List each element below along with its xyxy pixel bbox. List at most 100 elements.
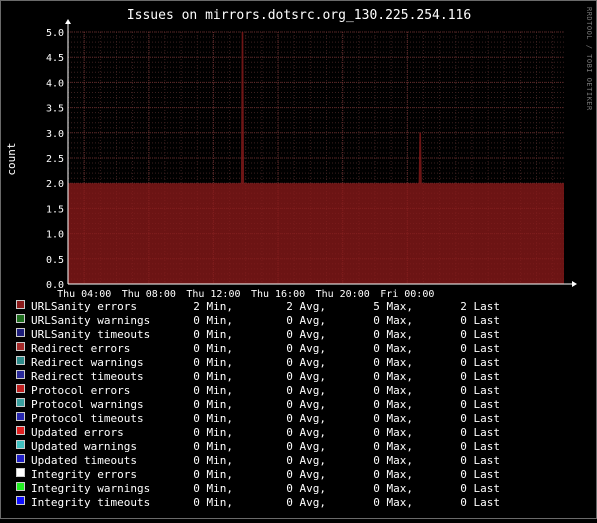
legend-avg: 0 Avg,: [286, 482, 326, 495]
legend-avg: 0 Avg,: [286, 454, 326, 467]
legend-series-name: Updated timeouts: [31, 454, 137, 467]
x-tick-label: Thu 20:00: [316, 289, 370, 300]
legend-entry: Protocol warnings 0 Min, 0 Avg, 0 Max, 0 Las…: [16, 398, 500, 411]
legend-avg: 0 Avg,: [286, 496, 326, 509]
legend-entry: Integrity warnings 0 Min, 0 Avg, 0 Max, 0 La…: [16, 482, 500, 495]
legend-swatch: [16, 468, 25, 477]
legend-swatch: [16, 328, 25, 337]
legend-max: 0 Max,: [373, 412, 413, 425]
legend-min: 0 Min,: [193, 496, 233, 509]
legend-last: 0 Last: [460, 342, 500, 355]
legend-max: 0 Max,: [373, 328, 413, 341]
x-tick-labels: Thu 04:00 Thu 08:00 Thu 12:00 Thu 16:00 Thu …: [57, 289, 434, 300]
legend-max: 0 Max,: [373, 454, 413, 467]
legend-min: 0 Min,: [193, 454, 233, 467]
legend: URLSanity errors 2 Min, 2 Avg, 5 Max, 2 Last…: [16, 300, 500, 509]
y-tick-label: 2.0: [46, 179, 64, 190]
legend-entry: Redirect warnings 0 Min, 0 Avg, 0 Max, 0 Las…: [16, 356, 500, 369]
legend-last: 2 Last: [460, 300, 500, 313]
legend-max: 0 Max,: [373, 468, 413, 481]
legend-avg: 0 Avg,: [286, 384, 326, 397]
legend-swatch: [16, 496, 25, 505]
y-tick-label: 2.5: [46, 154, 64, 165]
issues-chart: Issues on mirrors.dotsrc.org_130.225.254…: [5, 7, 593, 509]
legend-min: 0 Min,: [193, 482, 233, 495]
legend-last: 0 Last: [460, 482, 500, 495]
legend-series-name: Redirect errors: [31, 342, 130, 355]
legend-entry: Protocol timeouts 0 Min, 0 Avg, 0 Max, 0 Las…: [16, 412, 500, 425]
legend-series-name: Redirect timeouts: [31, 370, 144, 383]
legend-entry: Integrity errors 0 Min, 0 Avg, 0 Max, 0 Last: [16, 468, 500, 481]
legend-series-name: URLSanity errors: [31, 300, 137, 313]
legend-swatch: [16, 398, 25, 407]
x-tick-label: Fri 00:00: [380, 289, 434, 300]
legend-series-name: URLSanity timeouts: [31, 328, 150, 341]
legend-min: 0 Min,: [193, 426, 233, 439]
legend-swatch: [16, 314, 25, 323]
legend-max: 0 Max,: [373, 370, 413, 383]
legend-min: 0 Min,: [193, 412, 233, 425]
legend-min: 0 Min,: [193, 356, 233, 369]
legend-min: 2 Min,: [193, 300, 233, 313]
legend-swatch: [16, 482, 25, 491]
legend-min: 0 Min,: [193, 370, 233, 383]
legend-min: 0 Min,: [193, 440, 233, 453]
legend-max: 0 Max,: [373, 384, 413, 397]
legend-avg: 0 Avg,: [286, 426, 326, 439]
legend-avg: 0 Avg,: [286, 328, 326, 341]
legend-max: 0 Max,: [373, 314, 413, 327]
legend-series-name: URLSanity warnings: [31, 314, 150, 327]
legend-entry: Updated warnings 0 Min, 0 Avg, 0 Max, 0 Last: [16, 440, 500, 453]
legend-swatch: [16, 370, 25, 379]
graph-frame: Issues on mirrors.dotsrc.org_130.225.254…: [0, 0, 597, 519]
legend-last: 0 Last: [460, 454, 500, 467]
legend-entry: Updated timeouts 0 Min, 0 Avg, 0 Max, 0 Last: [16, 454, 500, 467]
legend-min: 0 Min,: [193, 314, 233, 327]
legend-swatch: [16, 440, 25, 449]
legend-swatch: [16, 426, 25, 435]
legend-entry: URLSanity errors 2 Min, 2 Avg, 5 Max, 2 Last: [16, 300, 500, 313]
legend-min: 0 Min,: [193, 384, 233, 397]
legend-last: 0 Last: [460, 468, 500, 481]
legend-max: 0 Max,: [373, 398, 413, 411]
y-tick-label: 4.5: [46, 53, 64, 64]
legend-max: 5 Max,: [373, 300, 413, 313]
legend-series-name: Integrity warnings: [31, 482, 150, 495]
legend-last: 0 Last: [460, 328, 500, 341]
legend-entry: Protocol errors 0 Min, 0 Avg, 0 Max, 0 Last: [16, 384, 500, 397]
legend-last: 0 Last: [460, 356, 500, 369]
x-tick-label: Thu 08:00: [122, 289, 176, 300]
legend-swatch: [16, 412, 25, 421]
legend-max: 0 Max,: [373, 496, 413, 509]
chart-title: Issues on mirrors.dotsrc.org_130.225.254…: [127, 8, 471, 23]
legend-max: 0 Max,: [373, 356, 413, 369]
x-axis-arrow: [572, 281, 577, 287]
legend-series-name: Protocol warnings: [31, 398, 144, 411]
legend-avg: 0 Avg,: [286, 440, 326, 453]
legend-min: 0 Min,: [193, 342, 233, 355]
y-tick-labels: 0.00.51.01.52.02.53.03.54.04.55.0: [46, 28, 64, 291]
legend-entry: Redirect timeouts 0 Min, 0 Avg, 0 Max, 0 Las…: [16, 370, 500, 383]
legend-avg: 0 Avg,: [286, 314, 326, 327]
legend-last: 0 Last: [460, 314, 500, 327]
legend-swatch: [16, 384, 25, 393]
legend-avg: 0 Avg,: [286, 370, 326, 383]
legend-series-name: Updated warnings: [31, 440, 137, 453]
legend-max: 0 Max,: [373, 482, 413, 495]
legend-swatch: [16, 342, 25, 351]
legend-series-name: Protocol timeouts: [31, 412, 144, 425]
legend-entry: Integrity timeouts 0 Min, 0 Avg, 0 Max, 0 La…: [16, 496, 500, 509]
x-tick-label: Thu 16:00: [251, 289, 305, 300]
legend-avg: 0 Avg,: [286, 468, 326, 481]
legend-series-name: Protocol errors: [31, 384, 130, 397]
y-tick-label: 1.5: [46, 204, 64, 215]
y-tick-label: 3.5: [46, 104, 64, 115]
legend-last: 0 Last: [460, 370, 500, 383]
legend-max: 0 Max,: [373, 342, 413, 355]
legend-last: 0 Last: [460, 398, 500, 411]
legend-entry: Redirect errors 0 Min, 0 Avg, 0 Max, 0 Last: [16, 342, 500, 355]
legend-swatch: [16, 356, 25, 365]
legend-min: 0 Min,: [193, 468, 233, 481]
legend-swatch: [16, 454, 25, 463]
legend-last: 0 Last: [460, 384, 500, 397]
